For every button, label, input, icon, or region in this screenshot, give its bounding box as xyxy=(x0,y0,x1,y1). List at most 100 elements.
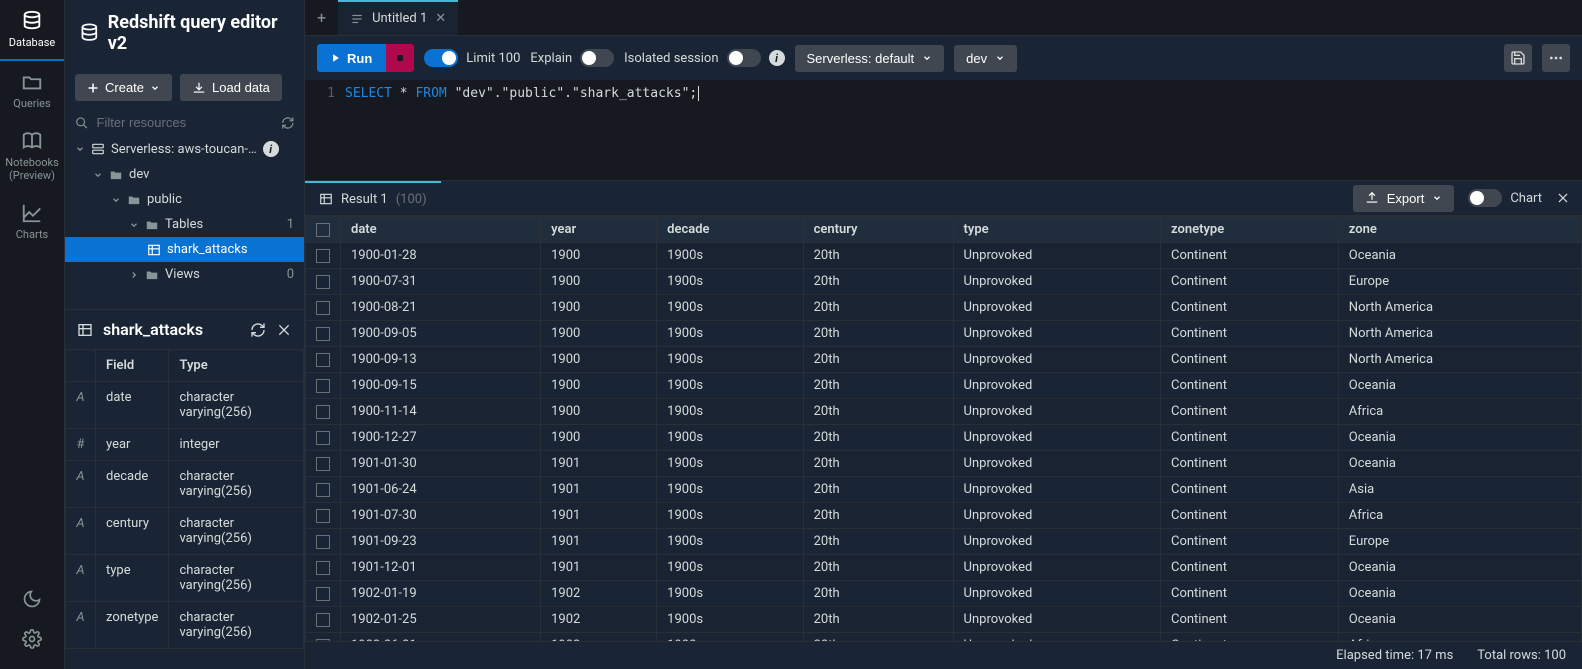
row-checkbox[interactable] xyxy=(306,269,341,295)
table-row[interactable]: 1900-09-1519001900s20thUnprovokedContine… xyxy=(306,373,1582,399)
row-checkbox[interactable] xyxy=(306,529,341,555)
result-grid-wrap[interactable]: dateyeardecadecenturytypezonetypezone 19… xyxy=(305,216,1582,641)
close-icon[interactable] xyxy=(1556,191,1570,205)
info-icon[interactable]: i xyxy=(263,141,279,157)
cell: 20th xyxy=(803,581,953,607)
row-checkbox[interactable] xyxy=(306,607,341,633)
sql-editor[interactable]: 1 SELECT * FROM "dev"."public"."shark_at… xyxy=(305,80,1582,180)
tree-schema[interactable]: public xyxy=(65,187,304,212)
tree-views[interactable]: Views 0 xyxy=(65,262,304,287)
column-header[interactable]: date xyxy=(341,217,541,243)
row-checkbox[interactable] xyxy=(306,399,341,425)
theme-toggle[interactable] xyxy=(12,579,52,619)
rail-database[interactable]: Database xyxy=(0,0,64,61)
close-tab-button[interactable]: ✕ xyxy=(435,11,446,26)
cell: 1902-06-01 xyxy=(341,633,541,642)
create-button[interactable]: Create xyxy=(75,74,172,101)
refresh-icon[interactable] xyxy=(281,116,295,130)
row-checkbox[interactable] xyxy=(306,503,341,529)
cell: 1900s xyxy=(657,607,803,633)
column-header[interactable]: century xyxy=(803,217,953,243)
rail-notebooks[interactable]: Notebooks (Preview) xyxy=(0,120,64,192)
table-row[interactable]: 1901-09-2319011900s20thUnprovokedContine… xyxy=(306,529,1582,555)
row-checkbox[interactable] xyxy=(306,581,341,607)
table-row[interactable]: 1900-08-2119001900s20thUnprovokedContine… xyxy=(306,295,1582,321)
table-row[interactable]: 1900-11-1419001900s20thUnprovokedContine… xyxy=(306,399,1582,425)
row-checkbox[interactable] xyxy=(306,295,341,321)
select-all[interactable] xyxy=(306,217,341,243)
stop-button[interactable] xyxy=(386,44,414,72)
table-row[interactable]: 1900-09-1319001900s20thUnprovokedContine… xyxy=(306,347,1582,373)
row-checkbox[interactable] xyxy=(306,633,341,642)
row-checkbox[interactable] xyxy=(306,451,341,477)
settings-button[interactable] xyxy=(12,619,52,659)
save-button[interactable] xyxy=(1504,44,1532,72)
filter-input[interactable] xyxy=(97,115,273,130)
cell: 1900 xyxy=(541,347,657,373)
schema-row[interactable]: A type character varying(256) xyxy=(66,555,304,602)
tree-tables[interactable]: Tables 1 xyxy=(65,212,304,237)
field-type: character varying(256) xyxy=(169,555,304,602)
row-checkbox[interactable] xyxy=(306,425,341,451)
row-checkbox[interactable] xyxy=(306,555,341,581)
run-label: Run xyxy=(347,51,372,66)
tree-table-shark-attacks[interactable]: shark_attacks xyxy=(65,237,304,262)
limit-toggle[interactable] xyxy=(424,49,458,67)
row-checkbox[interactable] xyxy=(306,477,341,503)
table-row[interactable]: 1900-01-2819001900s20thUnprovokedContine… xyxy=(306,243,1582,269)
new-tab-button[interactable]: + xyxy=(305,8,338,27)
cell: 20th xyxy=(803,607,953,633)
column-header[interactable]: type xyxy=(953,217,1160,243)
more-button[interactable] xyxy=(1542,44,1570,72)
schema-row[interactable]: A zonetype character varying(256) xyxy=(66,602,304,649)
result-tab[interactable]: Result 1 (100) xyxy=(305,181,441,215)
save-icon xyxy=(1510,50,1526,66)
schema-row[interactable]: A date character varying(256) xyxy=(66,382,304,429)
column-header[interactable]: decade xyxy=(657,217,803,243)
row-checkbox[interactable] xyxy=(306,373,341,399)
cell: 1900s xyxy=(657,503,803,529)
tree-label: shark_attacks xyxy=(167,242,248,257)
schema-row[interactable]: A century character varying(256) xyxy=(66,508,304,555)
close-icon[interactable] xyxy=(276,322,292,338)
info-icon[interactable]: i xyxy=(769,50,785,66)
table-row[interactable]: 1902-01-1919021900s20thUnprovokedContine… xyxy=(306,581,1582,607)
database-select[interactable]: dev xyxy=(954,45,1017,72)
schema-row[interactable]: # year integer xyxy=(66,429,304,461)
editor-tab[interactable]: Untitled 1 ✕ xyxy=(338,0,458,35)
run-button[interactable]: Run xyxy=(317,44,386,72)
table-row[interactable]: 1901-01-3019011900s20thUnprovokedContine… xyxy=(306,451,1582,477)
column-header[interactable]: zonetype xyxy=(1160,217,1338,243)
row-checkbox[interactable] xyxy=(306,243,341,269)
row-checkbox[interactable] xyxy=(306,347,341,373)
rail-queries[interactable]: Queries xyxy=(0,61,64,120)
isolated-toggle[interactable] xyxy=(727,49,761,67)
row-checkbox[interactable] xyxy=(306,321,341,347)
table-row[interactable]: 1902-06-0119021900s20thUnprovokedContine… xyxy=(306,633,1582,642)
column-header[interactable]: year xyxy=(541,217,657,243)
connection-select[interactable]: Serverless: default xyxy=(795,45,945,72)
table-row[interactable]: 1901-06-2419011900s20thUnprovokedContine… xyxy=(306,477,1582,503)
refresh-icon[interactable] xyxy=(250,322,266,338)
type-glyph: A xyxy=(66,382,96,429)
tree-serverless[interactable]: Serverless: aws-toucan-… i xyxy=(65,136,304,162)
result-tab-label: Result 1 xyxy=(341,192,388,207)
table-row[interactable]: 1902-01-2519021900s20thUnprovokedContine… xyxy=(306,607,1582,633)
cell: 1900 xyxy=(541,321,657,347)
table-row[interactable]: 1900-07-3119001900s20thUnprovokedContine… xyxy=(306,269,1582,295)
table-row[interactable]: 1900-09-0519001900s20thUnprovokedContine… xyxy=(306,321,1582,347)
schema-row[interactable]: A decade character varying(256) xyxy=(66,461,304,508)
column-header[interactable]: zone xyxy=(1338,217,1581,243)
export-button[interactable]: Export xyxy=(1353,185,1455,212)
table-row[interactable]: 1900-12-2719001900s20thUnprovokedContine… xyxy=(306,425,1582,451)
explain-toggle[interactable] xyxy=(580,49,614,67)
cell: 1900s xyxy=(657,347,803,373)
cell: 20th xyxy=(803,243,953,269)
rail-charts[interactable]: Charts xyxy=(0,192,64,251)
load-data-button[interactable]: Load data xyxy=(180,74,282,101)
tree-db[interactable]: dev xyxy=(65,162,304,187)
table-row[interactable]: 1901-07-3019011900s20thUnprovokedContine… xyxy=(306,503,1582,529)
table-row[interactable]: 1901-12-0119011900s20thUnprovokedContine… xyxy=(306,555,1582,581)
cell: North America xyxy=(1338,347,1581,373)
chart-toggle[interactable] xyxy=(1468,189,1502,207)
